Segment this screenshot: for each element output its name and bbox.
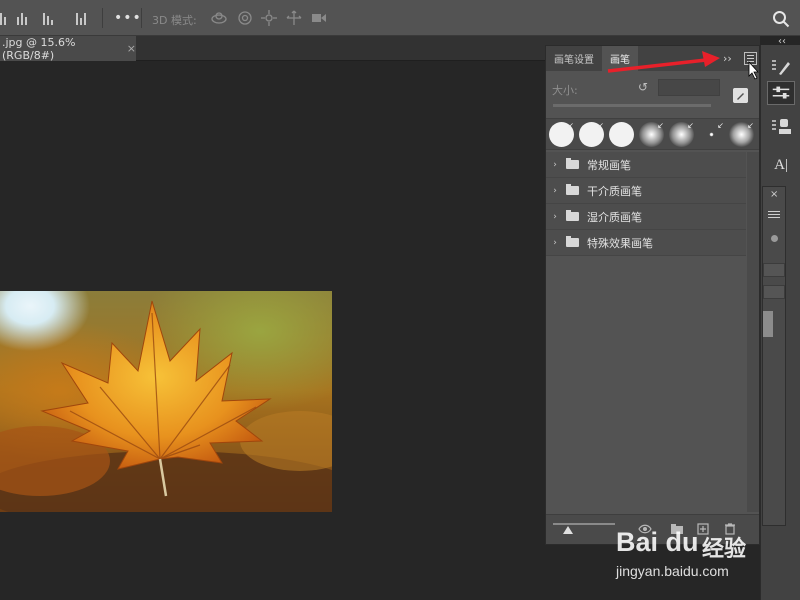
subpanel-swatch[interactable]: [763, 285, 785, 299]
new-brush-icon[interactable]: [733, 88, 748, 103]
pan-3d-icon[interactable]: [260, 10, 278, 26]
chevron-right-icon: ›: [553, 185, 557, 196]
brush-preset-soft-round[interactable]: ↙: [638, 121, 665, 148]
close-icon[interactable]: ×: [770, 189, 778, 200]
brush-size-slider[interactable]: [553, 104, 711, 107]
options-bar: ••• 3D 模式:: [0, 0, 800, 36]
brush-group-label: 特殊效果画笔: [587, 236, 653, 250]
preset-marker-icon: ↙: [717, 121, 724, 130]
brush-group-label: 常规画笔: [587, 158, 631, 172]
brush-presets-row: ↙ ↙ ↙ ↙ ↙ ↙: [546, 118, 759, 150]
tab-brush-settings[interactable]: 画笔设置: [546, 46, 602, 71]
chevron-right-icon: ›: [553, 159, 557, 170]
mode-3d-label: 3D 模式:: [152, 14, 197, 27]
brush-preset-hard-round[interactable]: ↙: [578, 121, 605, 148]
right-subpanel-strip: ×: [762, 186, 786, 526]
search-icon[interactable]: [772, 10, 790, 28]
brushes-panel-icon[interactable]: [767, 81, 795, 105]
brush-preset-tiny-dot[interactable]: ↙: [698, 121, 725, 148]
subpanel-swatch[interactable]: [763, 263, 785, 277]
document-tab-title: .jpg @ 15.6%(RGB/8#): [2, 35, 76, 62]
watermark-url: jingyan.baidu.com: [616, 563, 729, 579]
preview-size-slider[interactable]: [553, 523, 615, 525]
brush-group-label: 湿介质画笔: [587, 210, 642, 224]
brush-settings-icon[interactable]: [767, 55, 795, 79]
brush-panel: 画笔设置 画笔 ›› 大小: ↺ ↙ ↙ ↙ ↙ ↙ ↙ › 常规画笔 › 干介…: [545, 45, 760, 545]
brush-preset-soft-round[interactable]: ↙: [668, 121, 695, 148]
folder-icon: [566, 210, 579, 221]
scale-3d-icon[interactable]: [310, 10, 328, 26]
menu-icon[interactable]: [768, 209, 780, 219]
slide-3d-icon[interactable]: [285, 10, 303, 26]
slider-thumb-icon[interactable]: [563, 526, 573, 534]
toolbar-divider: [102, 8, 103, 28]
tab-brushes[interactable]: 画笔: [602, 46, 638, 71]
baidu-jingyan-watermark: 经验: [702, 537, 747, 562]
brush-group-general[interactable]: › 常规画笔: [546, 152, 746, 178]
brush-size-input[interactable]: [658, 79, 720, 96]
preset-marker-icon: ↙: [567, 121, 574, 130]
panel-menu-icon[interactable]: [744, 52, 757, 65]
expand-panel-icon[interactable]: ››: [723, 52, 732, 65]
orbit-3d-icon[interactable]: [210, 10, 228, 26]
subpanel-scroll-thumb[interactable]: [763, 311, 773, 337]
brush-preset-soft-round[interactable]: ↙: [728, 121, 755, 148]
document-tab[interactable]: .jpg @ 15.6%(RGB/8#) ×: [0, 35, 136, 62]
chevron-right-icon: ›: [553, 237, 557, 248]
brush-preset-hard-round[interactable]: ↙: [548, 121, 575, 148]
more-options-icon[interactable]: •••: [114, 10, 142, 26]
clone-source-icon[interactable]: [767, 115, 795, 139]
brush-panel-tabs: 画笔设置 画笔 ››: [546, 46, 759, 71]
folder-icon: [566, 184, 579, 195]
brush-preset-hard-round[interactable]: [608, 121, 635, 148]
canvas-image-maple-leaf[interactable]: [0, 291, 332, 512]
reset-size-icon[interactable]: ↺: [638, 80, 648, 94]
baidu-logo-watermark: Bai du: [616, 527, 699, 557]
preset-marker-icon: ↙: [597, 121, 604, 130]
preset-marker-icon: ↙: [687, 121, 694, 130]
brush-list-scrollbar[interactable]: [747, 152, 759, 512]
preset-marker-icon: ↙: [657, 121, 664, 130]
brush-size-label: 大小:: [552, 84, 578, 97]
preset-marker-icon: ↙: [747, 121, 754, 130]
align-horizontal-center-icon[interactable]: [17, 11, 33, 25]
roll-3d-icon[interactable]: [236, 10, 254, 26]
folder-icon: [566, 158, 579, 169]
brush-group-dry-media[interactable]: › 干介质画笔: [546, 178, 746, 204]
brush-group-special-effects[interactable]: › 特殊效果画笔: [546, 230, 746, 256]
maple-leaf-image: [0, 300, 332, 512]
dot-icon: [771, 235, 778, 242]
toolbar-divider: [141, 8, 142, 28]
align-left-icon[interactable]: [0, 11, 16, 25]
brush-group-list: › 常规画笔 › 干介质画笔 › 湿介质画笔 › 特殊效果画笔: [546, 152, 746, 256]
brush-group-label: 干介质画笔: [587, 184, 642, 198]
close-tab-icon[interactable]: ×: [127, 42, 136, 55]
distribute-horizontal-icon[interactable]: [76, 11, 92, 25]
character-panel-icon[interactable]: A|: [767, 153, 795, 177]
brush-group-wet-media[interactable]: › 湿介质画笔: [546, 204, 746, 230]
chevron-right-icon: ›: [553, 211, 557, 222]
folder-icon: [566, 236, 579, 247]
align-bottom-icon[interactable]: [43, 11, 59, 25]
